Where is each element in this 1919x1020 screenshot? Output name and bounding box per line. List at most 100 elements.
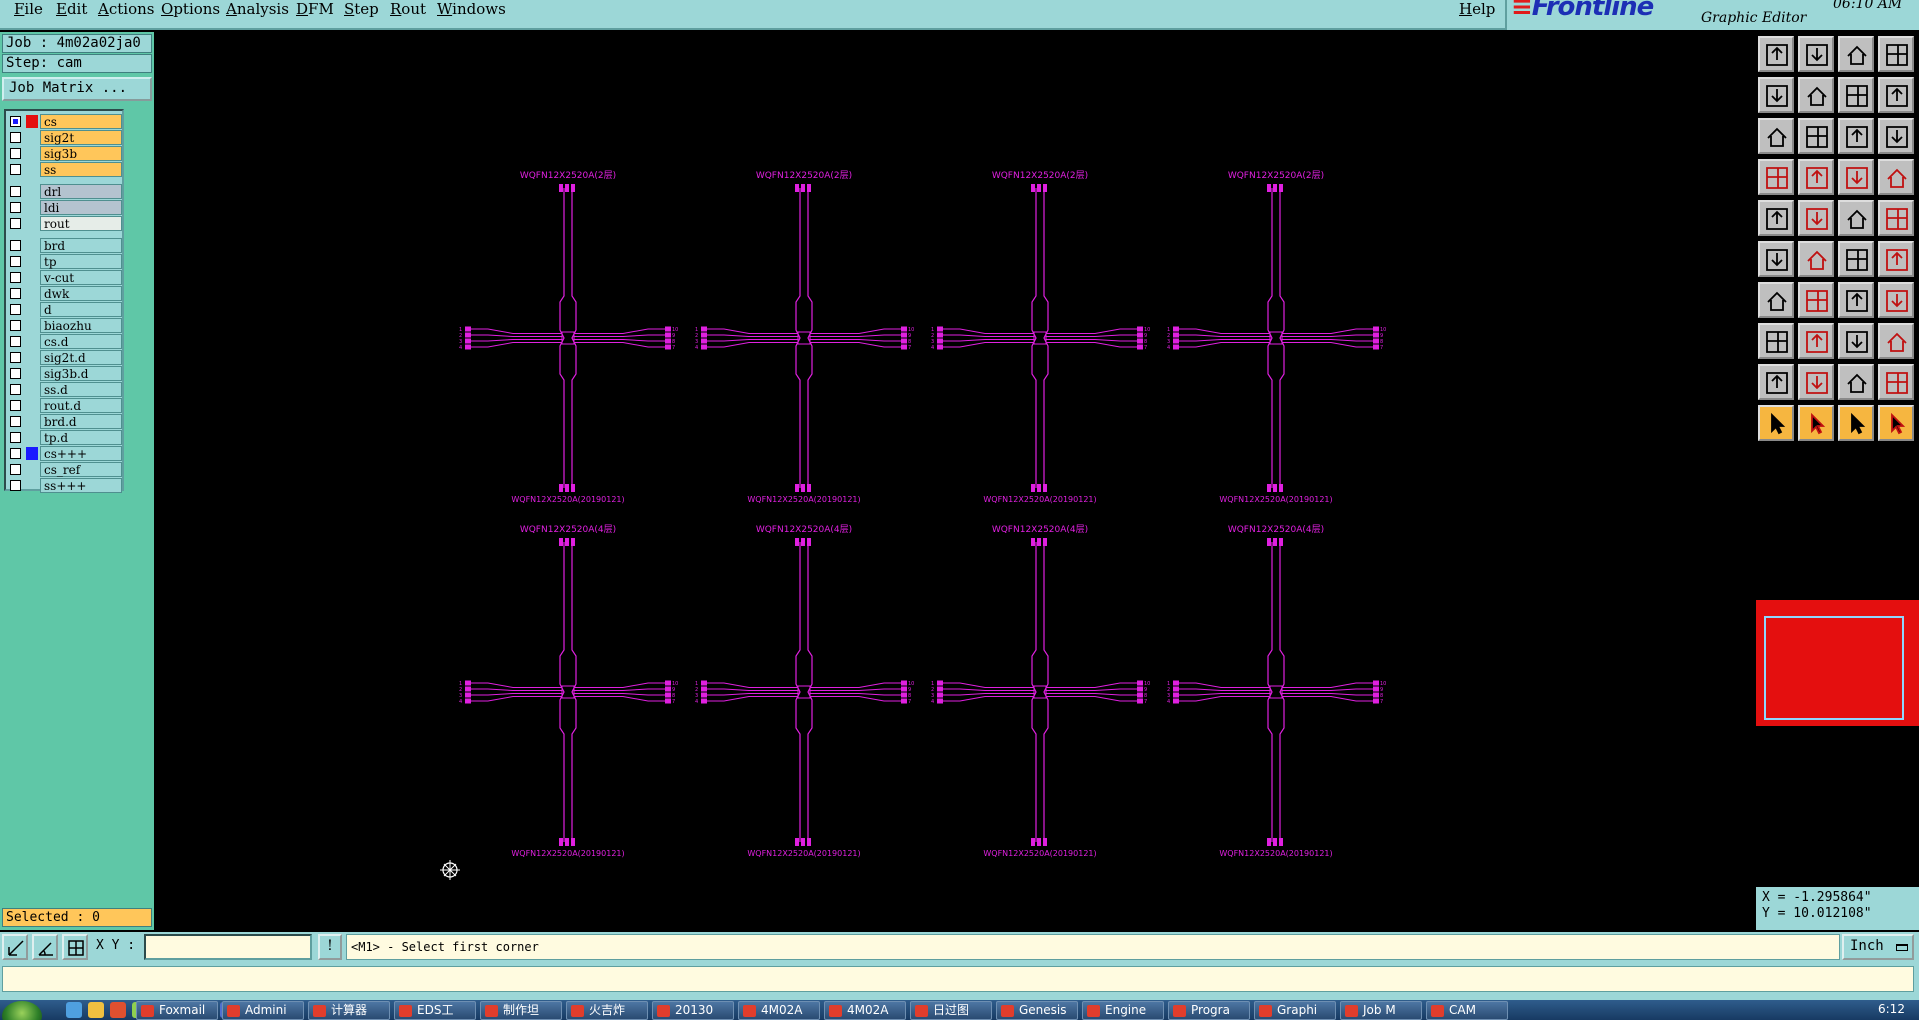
xy-input[interactable] (144, 934, 312, 960)
taskbar-task[interactable]: Progra (1168, 1001, 1250, 1020)
taskbar-task[interactable]: 4M02A (824, 1001, 906, 1020)
arc-cw-button[interactable] (1838, 282, 1874, 318)
step-out-button[interactable] (1798, 77, 1834, 113)
redo-button[interactable] (1878, 77, 1914, 113)
layer-name[interactable]: ss+++ (40, 478, 122, 493)
angle-mode-button[interactable] (32, 934, 58, 960)
media-icon[interactable] (110, 1002, 126, 1018)
layer-up-button[interactable] (1758, 36, 1794, 72)
layer-checkbox[interactable] (10, 116, 21, 127)
layer-name[interactable]: ldi (40, 200, 122, 215)
layer-checkbox[interactable] (10, 164, 21, 175)
layer-name[interactable]: sig3b.d (40, 366, 122, 381)
step-in-button[interactable] (1758, 77, 1794, 113)
layer-checkbox[interactable] (10, 432, 21, 443)
cross-button[interactable] (1798, 241, 1834, 277)
folder-icon[interactable] (88, 1002, 104, 1018)
layer-list[interactable]: cs sig2t sig3b ss drl ldi rout brd tp v-cut dwk d bi… (4, 109, 124, 493)
layer-row[interactable]: cs+++ (8, 446, 122, 461)
undo-button[interactable] (1838, 77, 1874, 113)
layer-checkbox[interactable] (10, 368, 21, 379)
layer-name[interactable]: biaozhu (40, 318, 122, 333)
traces-red-button[interactable] (1878, 159, 1914, 195)
taskbar-task[interactable]: Graphi (1254, 1001, 1336, 1020)
layer-row[interactable]: rout (8, 216, 122, 231)
layer-row[interactable]: ss (8, 162, 122, 177)
taskbar-task[interactable]: EDS工 (394, 1001, 476, 1020)
line-add-button[interactable] (1798, 323, 1834, 359)
triangle-button[interactable] (1758, 364, 1794, 400)
layer-name[interactable]: d (40, 302, 122, 317)
taskbar-task[interactable]: 火吉炸 (566, 1001, 648, 1020)
layer-checkbox[interactable] (10, 384, 21, 395)
layer-checkbox[interactable] (10, 480, 21, 491)
layer-name[interactable]: rout (40, 216, 122, 231)
layer-checkbox[interactable] (10, 352, 21, 363)
layer-checkbox[interactable] (10, 186, 21, 197)
connect-button[interactable] (1758, 241, 1794, 277)
taskbar-task[interactable]: CAM (1426, 1001, 1508, 1020)
layer-name[interactable]: tp (40, 254, 122, 269)
taskbar-task[interactable]: 日过图 (910, 1001, 992, 1020)
layer-row[interactable]: sig3b.d (8, 366, 122, 381)
select-box-button[interactable] (1798, 405, 1834, 441)
layer-name[interactable]: cs (40, 114, 122, 129)
layer-checkbox[interactable] (10, 288, 21, 299)
layer-row[interactable]: cs_ref (8, 462, 122, 477)
layer-row[interactable]: ss+++ (8, 478, 122, 493)
layer-row[interactable]: sig2t.d (8, 350, 122, 365)
layer-checkbox[interactable] (10, 336, 21, 347)
layer-row[interactable]: d (8, 302, 122, 317)
layer-down-button[interactable] (1798, 36, 1834, 72)
text-a2-button[interactable] (1838, 364, 1874, 400)
layer-row[interactable]: ss.d (8, 382, 122, 397)
zoom-fit-button[interactable] (1798, 118, 1834, 154)
layer-row[interactable]: drl (8, 184, 122, 199)
home-button[interactable] (1838, 36, 1874, 72)
layer-name[interactable]: sig2t.d (40, 350, 122, 365)
layer-name[interactable]: ss.d (40, 382, 122, 397)
menu-dfm[interactable]: DFM (296, 0, 334, 18)
overview-viewport[interactable] (1764, 616, 1904, 720)
layer-checkbox[interactable] (10, 256, 21, 267)
menu-step[interactable]: Step (344, 0, 379, 18)
arc-button[interactable] (1878, 241, 1914, 277)
measure-button[interactable] (1758, 159, 1794, 195)
layer-checkbox[interactable] (10, 400, 21, 411)
menu-windows[interactable]: Windows (437, 0, 506, 18)
menu-rout[interactable]: Rout (390, 0, 426, 18)
angle-line-button[interactable] (1758, 282, 1794, 318)
layer-name[interactable]: tp.d (40, 430, 122, 445)
taskbar-task[interactable]: 4M02A (738, 1001, 820, 1020)
layer-name[interactable]: v-cut (40, 270, 122, 285)
layer-name[interactable]: brd.d (40, 414, 122, 429)
layer-checkbox[interactable] (10, 464, 21, 475)
layer-name[interactable]: sig2t (40, 130, 122, 145)
start-button[interactable] (2, 1001, 42, 1020)
help-button[interactable] (1878, 118, 1914, 154)
layer-name[interactable]: dwk (40, 286, 122, 301)
job-matrix-button[interactable]: Job Matrix ... (2, 77, 152, 101)
layer-checkbox[interactable] (10, 320, 21, 331)
taskbar-task[interactable]: Engine (1082, 1001, 1164, 1020)
text-a-button[interactable] (1798, 364, 1834, 400)
line-button[interactable] (1798, 282, 1834, 318)
layer-row[interactable]: sig2t (8, 130, 122, 145)
taskbar-task[interactable]: 20130 (652, 1001, 734, 1020)
pad-add-button[interactable] (1758, 323, 1794, 359)
layer-row[interactable]: dwk (8, 286, 122, 301)
layer-name[interactable]: ss (40, 162, 122, 177)
layer-name[interactable]: cs+++ (40, 446, 122, 461)
scale-button[interactable] (1838, 118, 1874, 154)
taskbar-task[interactable]: Foxmail (136, 1001, 218, 1020)
layer-checkbox[interactable] (10, 304, 21, 315)
rotate-button[interactable] (1798, 200, 1834, 236)
layer-row[interactable]: biaozhu (8, 318, 122, 333)
taskbar-task[interactable]: Job M (1340, 1001, 1422, 1020)
layer-checkbox[interactable] (10, 272, 21, 283)
ie-icon[interactable] (66, 1002, 82, 1018)
fit-button[interactable] (1758, 118, 1794, 154)
layer-row[interactable]: tp (8, 254, 122, 269)
layer-row[interactable]: v-cut (8, 270, 122, 285)
layer-name[interactable]: cs_ref (40, 462, 122, 477)
